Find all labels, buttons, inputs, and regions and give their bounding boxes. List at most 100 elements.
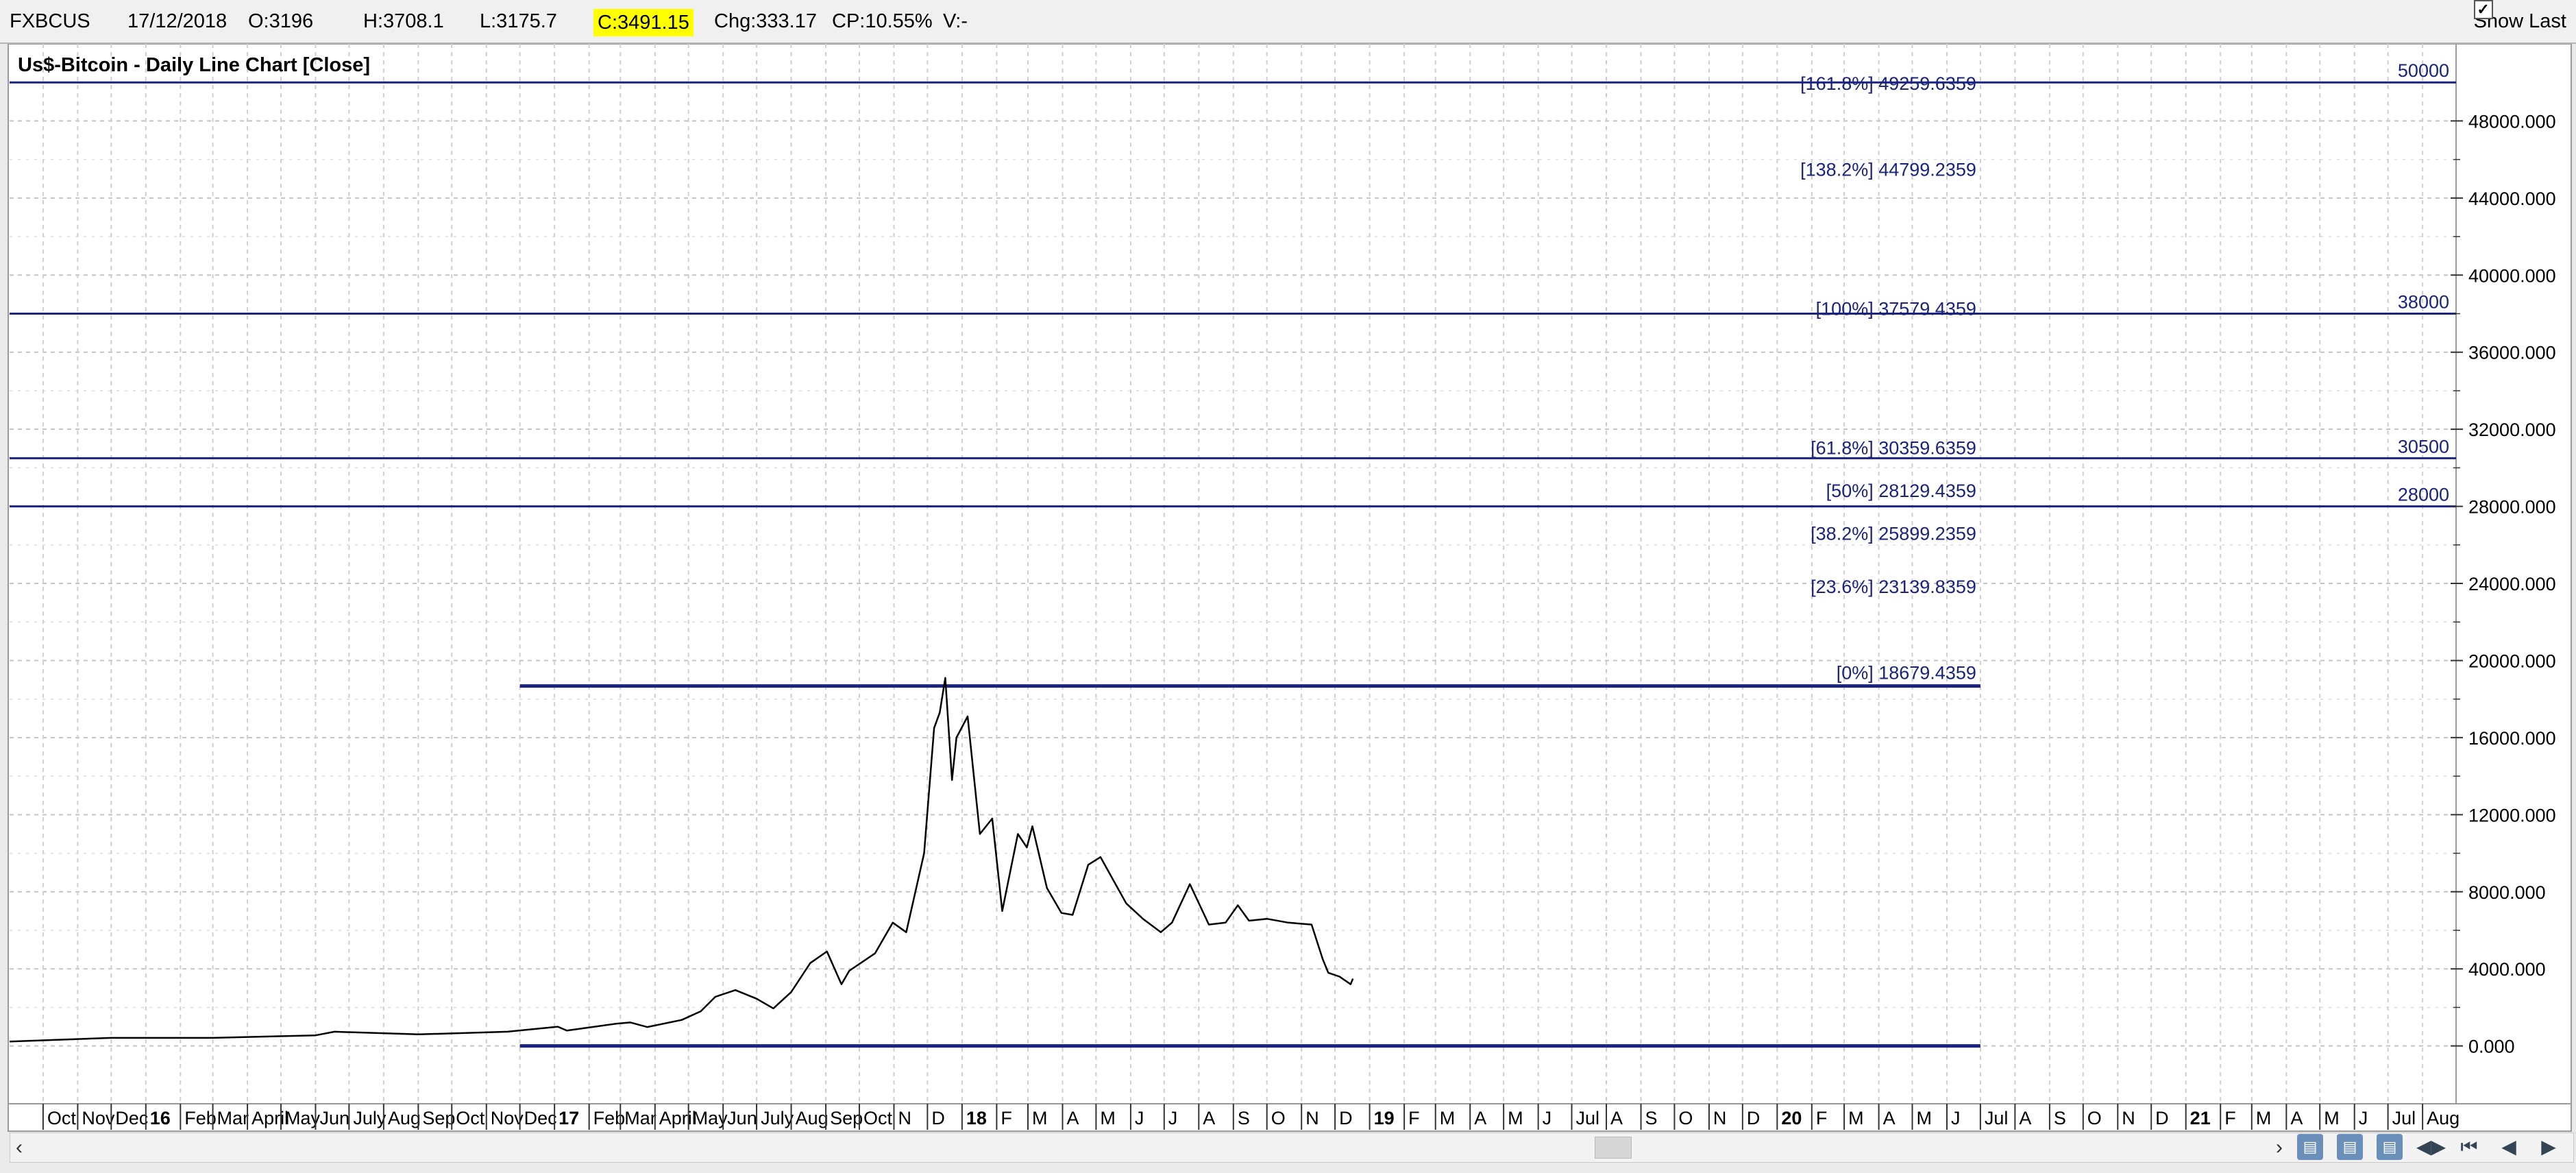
x-tick-label: M [2324, 1108, 2340, 1128]
scroll-back-icon[interactable]: ◀ [2496, 1134, 2522, 1160]
x-tick-label: Feb [184, 1108, 217, 1128]
x-tick-label: A [1610, 1108, 1623, 1128]
x-tick-label: Oct [47, 1108, 77, 1128]
x-tick-label: S [1238, 1108, 1250, 1128]
x-tick-label: Nov [491, 1108, 524, 1128]
x-tick-label: July [761, 1108, 794, 1128]
x-tick-label: J [1543, 1108, 1552, 1128]
x-tick-label: Oct [456, 1108, 485, 1128]
x-tick-label: M [1508, 1108, 1523, 1128]
x-tick-label: Mar [217, 1108, 249, 1128]
y-tick-label: 44000.000 [2468, 189, 2556, 209]
show-last-checkbox[interactable]: ✓ [2473, 0, 2493, 19]
x-tick-label: M [2256, 1108, 2272, 1128]
x-tick-label: Mar [624, 1108, 657, 1128]
x-tick-label: April [659, 1108, 696, 1128]
y-tick-label: 28000.000 [2468, 497, 2556, 518]
scroll-both-icon[interactable]: ◀▶ [2416, 1134, 2446, 1160]
x-tick-label: M [1848, 1108, 1864, 1128]
fib-level-label: [61.8%] 30359.6359 [1811, 437, 1976, 458]
zoom-in-icon[interactable]: ▤ [2297, 1134, 2323, 1160]
x-tick-label: 19 [1374, 1108, 1395, 1128]
y-tick-label: 32000.000 [2468, 420, 2556, 440]
x-tick-label: N [2122, 1108, 2135, 1128]
x-tick-label: D [2155, 1108, 2169, 1128]
x-tick-label: J [1168, 1108, 1178, 1128]
horizontal-level-label: 50000 [2398, 60, 2449, 81]
low-value: L:3175.7 [480, 10, 557, 32]
volume-value: V:- [943, 10, 968, 32]
x-tick-label: M [1100, 1108, 1116, 1128]
x-tick-label: Dec [524, 1108, 557, 1128]
symbol-label: FXBCUS [10, 10, 90, 32]
x-tick-label: Jul [1985, 1108, 2009, 1128]
scroll-left-icon[interactable]: ‹ [16, 1133, 23, 1162]
quote-info-bar: FXBCUS 17/12/2018 O:3196 H:3708.1 L:3175… [0, 0, 2576, 44]
x-tick-label: N [1305, 1108, 1319, 1128]
chart-area[interactable]: 50000 38000 30500 28000 [161.8%] 49259.6359 [… [0, 43, 2576, 1170]
y-tick-label: 36000.000 [2468, 343, 2556, 363]
x-tick-label: A [1067, 1108, 1079, 1128]
x-tick-label: J [2359, 1108, 2368, 1128]
horizontal-level-label: 28000 [2398, 485, 2449, 505]
y-tick-label: 20000.000 [2468, 651, 2556, 671]
y-tick-label: 24000.000 [2468, 574, 2556, 594]
fib-level-label: [161.8%] 49259.6359 [1800, 73, 1976, 94]
x-tick-label: M [1440, 1108, 1456, 1128]
x-tick-label: July [353, 1108, 387, 1128]
x-tick-label: S [2054, 1108, 2066, 1128]
x-tick-label: D [1339, 1108, 1353, 1128]
x-tick-label: O [1678, 1108, 1693, 1128]
horizontal-level-label: 38000 [2398, 292, 2449, 313]
x-tick-label: 17 [559, 1108, 579, 1128]
zoom-out-icon[interactable]: ▤ [2337, 1134, 2363, 1160]
x-tick-label: F [1816, 1108, 1828, 1128]
change-value: Chg:333.17 [714, 10, 817, 32]
x-tick-label: Aug [388, 1108, 421, 1128]
chart-window: FXBCUS 17/12/2018 O:3196 H:3708.1 L:3175… [0, 0, 2576, 1170]
x-tick-label: Jul [2392, 1108, 2416, 1128]
scroll-right-icon[interactable]: › [2276, 1133, 2283, 1162]
x-tick-label: Jul [1576, 1108, 1600, 1128]
date-label: 17/12/2018 [127, 10, 228, 32]
x-tick-label: S [1645, 1108, 1658, 1128]
x-tick-label: A [2290, 1108, 2303, 1128]
x-tick-label: 20 [1781, 1108, 1802, 1128]
high-value: H:3708.1 [363, 10, 444, 32]
x-tick-label: 16 [150, 1108, 171, 1128]
scroll-start-icon[interactable]: ⏮ [2456, 1134, 2482, 1160]
y-tick-label: 0.000 [2468, 1037, 2515, 1057]
x-tick-label: D [931, 1108, 945, 1128]
close-value: C:3491.15 [593, 9, 694, 36]
x-tick-label: J [1951, 1108, 1961, 1128]
show-last-toggle[interactable]: ✓ Show Last [2473, 0, 2566, 43]
horizontal-scrollbar[interactable]: ‹ › [10, 1133, 2574, 1163]
y-tick-label: 40000.000 [2468, 265, 2556, 286]
open-value: O:3196 [248, 10, 314, 32]
zoom-reset-icon[interactable]: ▤ [2377, 1134, 2403, 1160]
scroll-forward-icon[interactable]: ▶ [2536, 1134, 2562, 1160]
scrollbar-thumb[interactable] [1595, 1137, 1632, 1159]
horizontal-level-label: 30500 [2398, 436, 2449, 457]
x-tick-label: 18 [966, 1108, 987, 1128]
change-percent-value: CP:10.55% [832, 10, 933, 32]
x-tick-label: O [1271, 1108, 1286, 1128]
x-tick-label: Sep [422, 1108, 455, 1128]
x-tick-label: M [1916, 1108, 1932, 1128]
y-tick-label: 48000.000 [2468, 111, 2556, 132]
y-tick-label: 4000.000 [2468, 959, 2546, 980]
x-tick-label: F [1001, 1108, 1012, 1128]
fib-level-label: [0%] 18679.4359 [1837, 663, 1976, 684]
chart-title: Us$-Bitcoin - Daily Line Chart [Close] [18, 54, 370, 76]
x-tick-label: F [1408, 1108, 1420, 1128]
x-tick-label: A [2019, 1108, 2031, 1128]
x-tick-label: M [1032, 1108, 1048, 1128]
plot-background [8, 43, 2457, 1104]
y-tick-label: 12000.000 [2468, 805, 2556, 825]
fib-level-label: [138.2%] 44799.2359 [1800, 159, 1976, 180]
x-tick-label: A [1203, 1108, 1215, 1128]
x-tick-label: N [898, 1108, 911, 1128]
line-chart[interactable]: 50000 38000 30500 28000 [161.8%] 49259.6359 [… [0, 43, 2576, 1170]
x-tick-label: O [2087, 1108, 2102, 1128]
x-tick-label: D [1747, 1108, 1761, 1128]
